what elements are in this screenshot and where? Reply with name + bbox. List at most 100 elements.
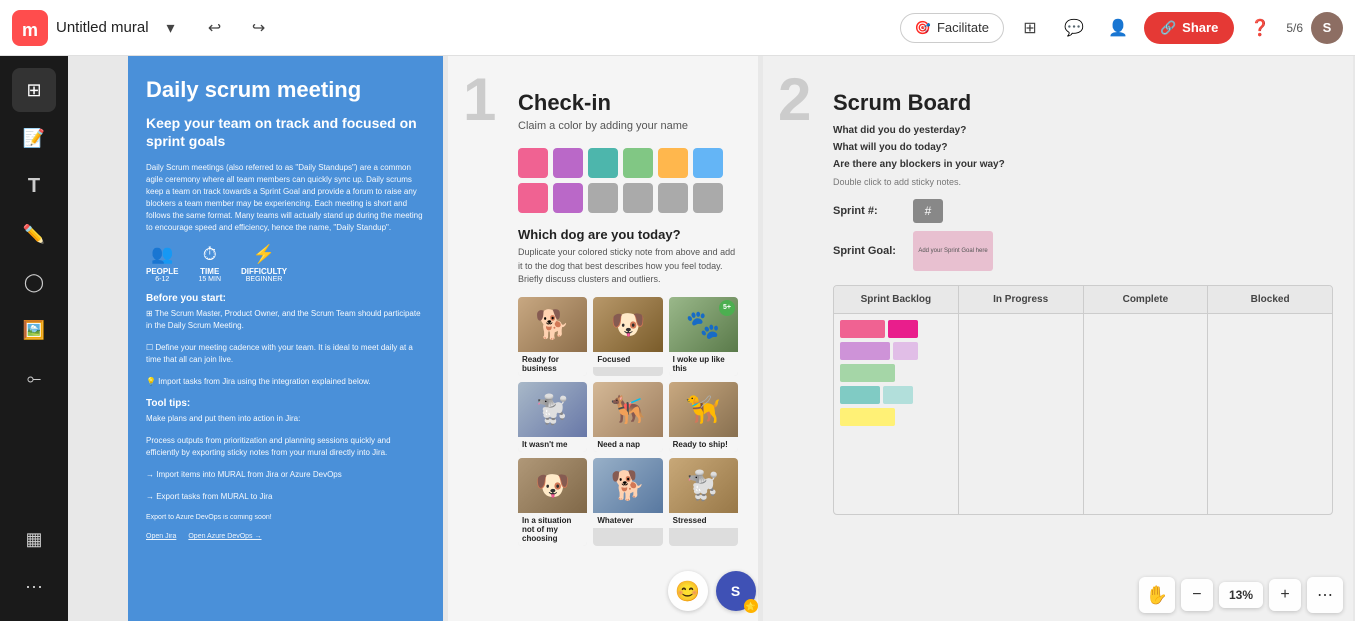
board-col-progress: In Progress (959, 286, 1084, 514)
dog-label-7: In a situation not of my choosing (518, 513, 587, 546)
board-col-blocked: Blocked (1208, 286, 1332, 514)
sticky-grey4 (693, 183, 723, 213)
sprint-goal-text: Add your Sprint Goal here (918, 248, 987, 254)
dog-card-8: 🐕 Whatever (593, 458, 662, 546)
hand-tool-button[interactable]: ✋ (1139, 577, 1175, 613)
sticky-orange (658, 148, 688, 178)
intro-stats: 👥 PEOPLE 6-12 ⏱ TIME 15 MIN ⚡ DIFFICULTY… (146, 244, 425, 283)
panel-links: Open Jira Open Azure DevOps → (146, 533, 425, 540)
sidebar-table-button[interactable]: ▦ (12, 517, 56, 561)
progress-body[interactable] (959, 314, 1083, 514)
mural-logo[interactable]: m (12, 10, 48, 46)
dog-label-4: It wasn't me (518, 437, 587, 452)
sticky-pink2 (518, 183, 548, 213)
redo-button[interactable]: ↪ (241, 10, 277, 46)
intro-title: Daily scrum meeting (146, 76, 425, 104)
undo-button[interactable]: ↩ (197, 10, 233, 46)
facilitate-label: Facilitate (937, 20, 989, 35)
dog-label-9: Stressed (669, 513, 738, 528)
sidebar-frames-button[interactable]: ⊞ (12, 68, 56, 112)
canvas-area[interactable]: Daily scrum meeting Keep your team on tr… (68, 56, 1355, 621)
sticky-b5 (840, 364, 895, 382)
complete-body[interactable] (1084, 314, 1208, 514)
mural-content: Daily scrum meeting Keep your team on tr… (68, 56, 1355, 621)
sticky-blue (693, 148, 723, 178)
sticky-b8 (840, 408, 895, 426)
share-icon: 🔗 (1160, 20, 1176, 36)
zoom-out-button[interactable]: − (1181, 579, 1213, 611)
dog-card-3: 🐾 5+ I woke up like this (669, 297, 738, 376)
zoom-in-button[interactable]: + (1269, 579, 1301, 611)
share-button[interactable]: 🔗 Share (1144, 12, 1234, 44)
facilitate-icon: 🎯 (915, 20, 931, 36)
title-dropdown-button[interactable]: ▾ (153, 10, 189, 46)
dog-img-2: 🐶 (593, 297, 662, 352)
viewer-count: 5/6 (1286, 21, 1303, 35)
bottom-bar: ✋ − 13% + ⋯ (1127, 569, 1355, 621)
sticky-pink (518, 148, 548, 178)
azure-link[interactable]: Open Azure DevOps → (188, 533, 261, 540)
sidebar-connect-button[interactable]: ⟜ (12, 356, 56, 400)
sticky-green (623, 148, 653, 178)
dog-label-5: Need a nap (593, 437, 662, 452)
sidebar-text-button[interactable]: T (12, 164, 56, 208)
dog-img-6: 🦮 (669, 382, 738, 437)
svg-text:m: m (22, 20, 38, 40)
tool-tips-title: Tool tips: (146, 398, 425, 409)
facilitate-button[interactable]: 🎯 Facilitate (900, 13, 1004, 43)
emoji-reaction-button[interactable]: 😊 (668, 571, 708, 611)
dog-card-5: 🐕‍🦺 Need a nap (593, 382, 662, 452)
sprint-goal-field: Sprint Goal: Add your Sprint Goal here (833, 231, 1333, 271)
sprint-label: Sprint #: (833, 205, 903, 217)
sticky-b6 (840, 386, 880, 404)
sidebar-shapes-button[interactable]: ◯ (12, 260, 56, 304)
jira-link[interactable]: Open Jira (146, 533, 176, 540)
sidebar-draw-button[interactable]: ✏️ (12, 212, 56, 256)
backlog-body[interactable] (834, 314, 958, 514)
sticky-b7 (883, 386, 913, 404)
dog-card-9: 🐩 Stressed (669, 458, 738, 546)
stat-people: 👥 PEOPLE 6-12 (146, 244, 178, 283)
dog-card-1: 🐕 Ready for business (518, 297, 587, 376)
panel-scrum: 2 Scrum Board What did you do yesterday?… (763, 56, 1353, 621)
sticky-color-grid (518, 148, 738, 213)
dog-card-4: 🐩 It wasn't me (518, 382, 587, 452)
board-col-complete: Complete (1084, 286, 1209, 514)
before-start-list: ⊞ The Scrum Master, Product Owner, and t… (146, 308, 425, 388)
sticky-grey1 (588, 183, 618, 213)
people-button[interactable]: 👤 (1100, 10, 1136, 46)
panel-checkin: 1 Check-in Claim a color by adding your … (448, 56, 758, 621)
dog-label-1: Ready for business (518, 352, 587, 376)
board-col-backlog: Sprint Backlog (834, 286, 959, 514)
grid-view-button[interactable]: ⊞ (1012, 10, 1048, 46)
sticky-grey2 (623, 183, 653, 213)
help-button[interactable]: ❓ (1242, 10, 1278, 46)
scrum-meta: Double click to add sticky notes. (833, 177, 1333, 187)
user-avatar[interactable]: S (1311, 12, 1343, 44)
sidebar-more-button[interactable]: ⋯ (12, 565, 56, 609)
chat-button[interactable]: 💬 (1056, 10, 1092, 46)
dog-img-4: 🐩 (518, 382, 587, 437)
dog-grid: 🐕 Ready for business 🐶 Focused (518, 297, 738, 546)
user-star-badge: ⭐ (744, 599, 758, 613)
title-area: Untitled mural ▾ (56, 10, 189, 46)
dog-img-3: 🐾 5+ (669, 297, 738, 352)
sprint-number-field: Sprint #: # (833, 199, 1333, 223)
sprint-goal-box[interactable]: Add your Sprint Goal here (913, 231, 993, 271)
dog-img-1: 🐕 (518, 297, 587, 352)
topbar-left: m Untitled mural ▾ ↩ ↪ (12, 10, 277, 46)
people-icon: 👥 (151, 244, 173, 265)
plus-icon: + (1280, 586, 1289, 604)
dog-img-5: 🐕‍🦺 (593, 382, 662, 437)
checkin-subtitle: Claim a color by adding your name (518, 120, 738, 132)
user-avatar-bottom[interactable]: S ⭐ (716, 571, 756, 611)
dog-card-2: 🐶 Focused (593, 297, 662, 376)
more-options-button[interactable]: ⋯ (1307, 577, 1343, 613)
dog-label-6: Ready to ship! (669, 437, 738, 452)
sidebar-images-button[interactable]: 🖼️ (12, 308, 56, 352)
blocked-body[interactable] (1208, 314, 1332, 514)
sidebar-sticky-button[interactable]: 📝 (12, 116, 56, 160)
dog-section-title: Which dog are you today? (518, 227, 738, 242)
topbar: m Untitled mural ▾ ↩ ↪ 🎯 Facilitate ⊞ 💬 … (0, 0, 1355, 56)
dog-card-6: 🦮 Ready to ship! (669, 382, 738, 452)
